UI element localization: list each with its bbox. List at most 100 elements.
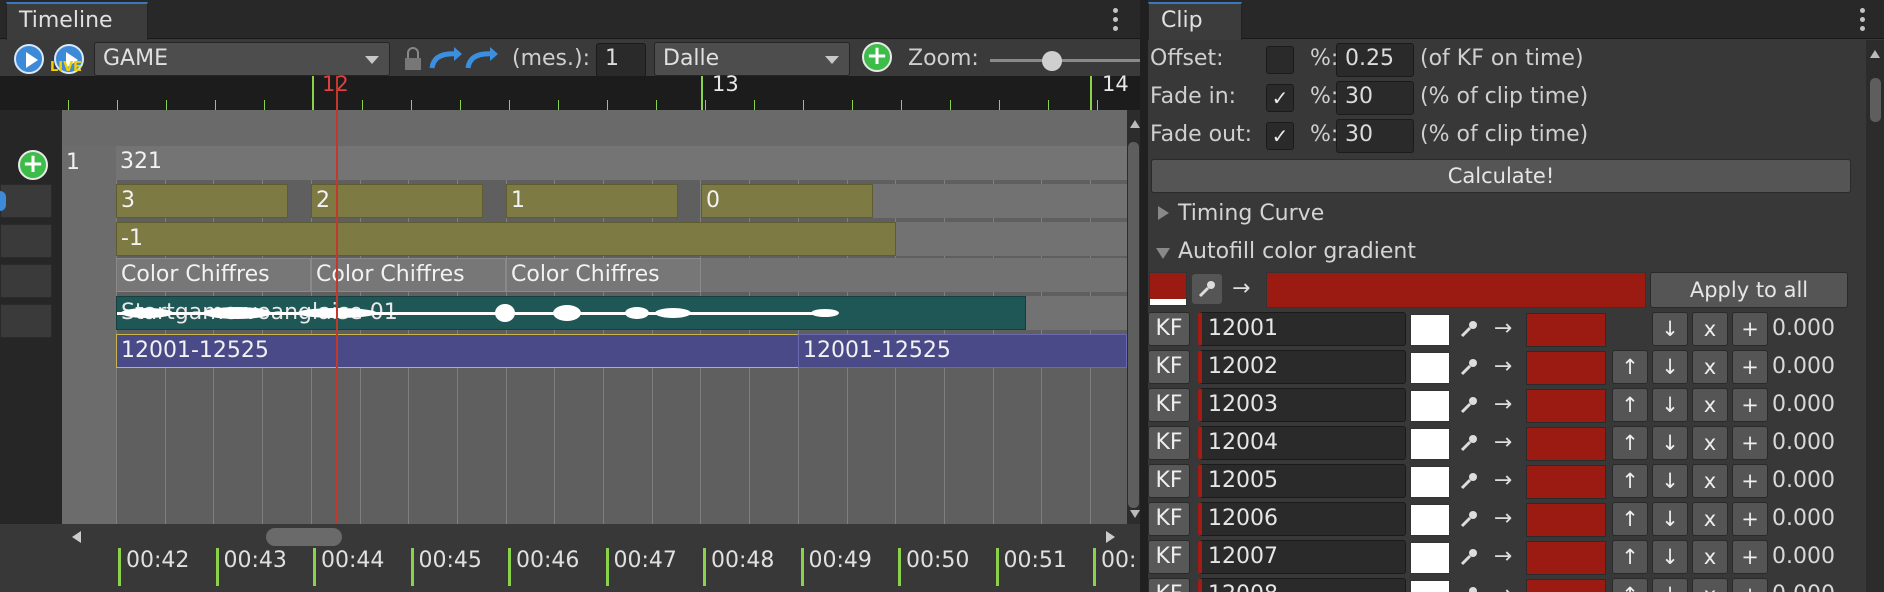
- move-down-button[interactable]: ↓: [1652, 312, 1688, 346]
- kf-button[interactable]: KF: [1148, 578, 1190, 592]
- apply-to-all-button[interactable]: Apply to all: [1650, 272, 1848, 308]
- scroll-left-icon[interactable]: [72, 531, 81, 543]
- kf-end-color-swatch[interactable]: [1526, 503, 1606, 537]
- eyedropper-icon[interactable]: [1192, 274, 1222, 304]
- move-up-button[interactable]: ↑: [1612, 426, 1648, 460]
- tab-timeline[interactable]: Timeline: [6, 2, 148, 40]
- undo-icon[interactable]: [428, 44, 464, 74]
- offset-input[interactable]: 0.25: [1336, 43, 1414, 77]
- measure-ruler[interactable]: [0, 76, 1140, 110]
- move-down-button[interactable]: ↓: [1652, 464, 1688, 498]
- add-kf-button[interactable]: +: [1732, 312, 1768, 346]
- move-down-button[interactable]: ↓: [1652, 388, 1688, 422]
- kf-id-field[interactable]: 12007: [1198, 540, 1406, 574]
- remove-kf-button[interactable]: x: [1692, 426, 1728, 460]
- horizontal-scroll-thumb[interactable]: [266, 528, 342, 546]
- horizontal-scrollbar[interactable]: [62, 524, 1127, 550]
- zoom-slider-track[interactable]: [990, 59, 1140, 62]
- inspector-scroll-thumb[interactable]: [1870, 78, 1881, 122]
- eyedropper-icon[interactable]: [1454, 352, 1484, 382]
- eyedropper-icon[interactable]: [1454, 314, 1484, 344]
- autofill-foldout[interactable]: Autofill color gradient: [1154, 236, 1714, 268]
- clip-count-0[interactable]: 0: [701, 184, 873, 218]
- scroll-right-icon[interactable]: [1106, 531, 1115, 543]
- kf-end-color-swatch[interactable]: [1526, 579, 1606, 592]
- kf-button[interactable]: KF: [1148, 388, 1190, 422]
- kf-end-color-swatch[interactable]: [1526, 541, 1606, 575]
- clip-audio[interactable]: Startgame voanglaise 01: [116, 296, 1026, 330]
- move-down-button[interactable]: ↓: [1652, 540, 1688, 574]
- fade-in-checkbox[interactable]: ✓: [1266, 84, 1294, 112]
- clip-color-chiffres-3[interactable]: Color Chiffres: [506, 258, 701, 292]
- clip-count-3[interactable]: 3: [116, 184, 288, 218]
- track-header[interactable]: [0, 184, 52, 218]
- kf-button[interactable]: KF: [1148, 464, 1190, 498]
- vertical-scroll-thumb[interactable]: [1128, 142, 1139, 508]
- remove-kf-button[interactable]: x: [1692, 578, 1728, 592]
- kf-end-color-swatch[interactable]: [1526, 351, 1606, 385]
- scroll-up-icon[interactable]: [1130, 120, 1140, 128]
- add-clip-icon[interactable]: +: [18, 150, 48, 180]
- fade-out-checkbox[interactable]: ✓: [1266, 122, 1294, 150]
- offset-checkbox[interactable]: [1266, 46, 1294, 74]
- kf-start-color-swatch[interactable]: [1410, 428, 1450, 460]
- snap-select[interactable]: Dalle: [654, 42, 850, 76]
- track-header[interactable]: [0, 304, 52, 338]
- fade-in-input[interactable]: 30: [1336, 81, 1414, 115]
- fade-out-input[interactable]: 30: [1336, 119, 1414, 153]
- kf-start-color-swatch[interactable]: [1410, 352, 1450, 384]
- add-track-icon[interactable]: +: [862, 42, 892, 72]
- clip-range-1[interactable]: 12001-12525: [116, 334, 800, 368]
- clip-minus-1[interactable]: -1: [116, 222, 896, 256]
- move-up-button[interactable]: ↑: [1612, 540, 1648, 574]
- kf-button[interactable]: KF: [1148, 502, 1190, 536]
- clip-color-chiffres-2[interactable]: Color Chiffres: [311, 258, 506, 292]
- clip-321[interactable]: 321: [116, 146, 1127, 180]
- add-kf-button[interactable]: +: [1732, 578, 1768, 592]
- redo-icon[interactable]: [464, 44, 500, 74]
- timeline-menu-icon[interactable]: [1113, 8, 1119, 35]
- zoom-slider-handle[interactable]: [1042, 51, 1062, 71]
- tab-clip[interactable]: Clip: [1148, 2, 1242, 40]
- kf-id-field[interactable]: 12004: [1198, 426, 1406, 460]
- kf-button[interactable]: KF: [1148, 540, 1190, 574]
- add-kf-button[interactable]: +: [1732, 426, 1768, 460]
- move-up-button[interactable]: ↑: [1612, 464, 1648, 498]
- kf-end-color-swatch[interactable]: [1526, 427, 1606, 461]
- remove-kf-button[interactable]: x: [1692, 312, 1728, 346]
- measures-input[interactable]: 1: [596, 43, 646, 77]
- playhead[interactable]: [336, 76, 338, 524]
- eyedropper-icon[interactable]: [1454, 542, 1484, 572]
- kf-start-color-swatch[interactable]: [1410, 466, 1450, 498]
- kf-start-color-swatch[interactable]: [1410, 580, 1450, 592]
- kf-button[interactable]: KF: [1148, 312, 1190, 346]
- move-down-button[interactable]: ↓: [1652, 350, 1688, 384]
- end-color-swatch[interactable]: [1266, 272, 1646, 308]
- move-up-button[interactable]: ↑: [1612, 388, 1648, 422]
- eyedropper-icon[interactable]: [1454, 504, 1484, 534]
- kf-start-color-swatch[interactable]: [1410, 504, 1450, 536]
- track-header[interactable]: [0, 264, 52, 298]
- kf-start-color-swatch[interactable]: [1410, 542, 1450, 574]
- remove-kf-button[interactable]: x: [1692, 464, 1728, 498]
- play-icon[interactable]: [14, 44, 44, 74]
- clip-range-2[interactable]: 12001-12525: [798, 334, 1127, 368]
- scroll-up-icon[interactable]: [1870, 50, 1880, 58]
- calculate-button[interactable]: Calculate!: [1151, 159, 1851, 193]
- eyedropper-icon[interactable]: [1454, 580, 1484, 592]
- move-up-button[interactable]: ↑: [1612, 502, 1648, 536]
- track-select-icon[interactable]: [0, 191, 6, 211]
- kf-start-color-swatch[interactable]: [1410, 314, 1450, 346]
- kf-id-field[interactable]: 12008: [1198, 578, 1406, 592]
- kf-button[interactable]: KF: [1148, 426, 1190, 460]
- add-kf-button[interactable]: +: [1732, 350, 1768, 384]
- timing-curve-foldout[interactable]: Timing Curve: [1154, 198, 1714, 230]
- scroll-down-icon[interactable]: [1130, 510, 1140, 518]
- eyedropper-icon[interactable]: [1454, 428, 1484, 458]
- kf-end-color-swatch[interactable]: [1526, 465, 1606, 499]
- move-down-button[interactable]: ↓: [1652, 578, 1688, 592]
- kf-id-field[interactable]: 12002: [1198, 350, 1406, 384]
- kf-end-color-swatch[interactable]: [1526, 313, 1606, 347]
- remove-kf-button[interactable]: x: [1692, 350, 1728, 384]
- mode-select[interactable]: GAME: [94, 42, 390, 76]
